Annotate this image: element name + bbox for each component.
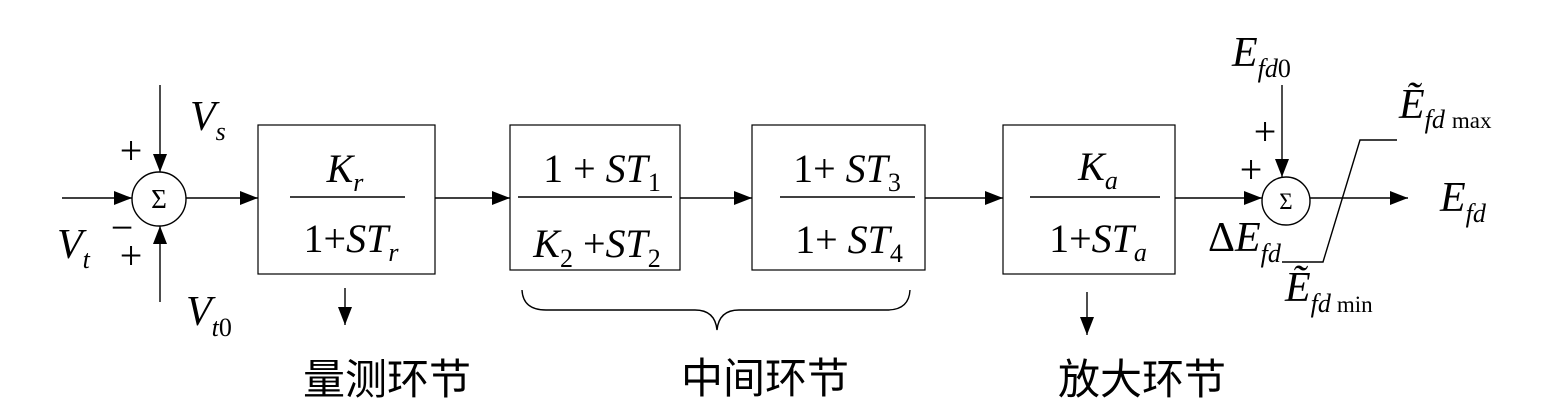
measurement-denominator-subscript: r (388, 238, 399, 267)
lead-lag-2-numerator-subscript: 3 (888, 168, 901, 197)
signal-efd-subscript: fd (1466, 199, 1487, 228)
limit-max-symbol: Ẽ (1398, 82, 1425, 128)
intermediate-stage-label: 中间环节 (681, 357, 849, 403)
amplifier-denominator-symbol: ST (1092, 216, 1137, 261)
lead-lag-2-denominator-symbol: ST (848, 217, 893, 262)
lead-lag-1-numerator-constant: 1 + (543, 146, 606, 191)
junction-2-sign-left: + (1240, 147, 1263, 192)
measurement-numerator-symbol: K (326, 146, 356, 191)
limit-min-subscript: fd (1311, 289, 1332, 318)
lead-lag-1-denominator-subscript: 2 (648, 244, 661, 273)
limit-max-label: Ẽfd max (1398, 82, 1492, 134)
limit-max-subscript: fd (1425, 105, 1446, 134)
lead-lag-1-numerator-subscript: 1 (648, 168, 661, 197)
limit-min-qualifier: min (1337, 292, 1373, 317)
measurement-numerator-subscript: r (353, 168, 364, 197)
signal-vt0-subscript-index: 0 (219, 313, 232, 342)
amplifier-block-denominator: 1+STa (1049, 216, 1147, 267)
signal-delta-efd-prefix: Δ (1208, 215, 1235, 261)
signal-vt-label: Vt (57, 222, 91, 274)
signal-vt-subscript: t (83, 245, 91, 274)
amplifier-numerator-symbol: K (1077, 144, 1107, 189)
signal-efd-label: Efd (1439, 175, 1487, 228)
summing-junction-2-symbol: Σ (1279, 189, 1292, 214)
signal-efd-symbol: E (1439, 175, 1466, 221)
amplifier-denominator-subscript: a (1134, 238, 1147, 267)
signal-delta-efd-subscript: fd (1261, 239, 1282, 268)
lead-lag-2-numerator-constant: 1+ (793, 146, 846, 191)
amplifier-denominator-constant: 1+ (1049, 216, 1092, 261)
signal-efd0-subscript: fd (1258, 54, 1279, 83)
measurement-denominator-constant: 1+ (304, 216, 347, 261)
signal-delta-efd-label: ΔEfd (1208, 215, 1282, 268)
signal-vt0-label: Vt0 (186, 289, 232, 342)
limit-max-qualifier: max (1452, 108, 1492, 133)
summing-junction-1-symbol: Σ (151, 184, 167, 214)
lead-lag-1-denominator-plus: + (573, 221, 606, 266)
lead-lag-2-numerator-symbol: ST (846, 146, 891, 191)
lead-lag-2-denominator-constant: 1+ (795, 217, 848, 262)
junction-1-sign-bottom: + (120, 233, 143, 278)
lead-lag-1-denominator-gain-subscript: 2 (560, 244, 573, 273)
lead-lag-1-numerator-symbol: ST (606, 146, 651, 191)
lead-lag-2-denominator-subscript: 4 (890, 239, 903, 268)
measurement-block-denominator: 1+STr (304, 216, 400, 267)
measurement-stage-label: 量测环节 (303, 358, 471, 404)
lead-lag-block-1-numerator: 1 + ST1 (543, 146, 661, 197)
lead-lag-block-2-denominator: 1+ ST4 (795, 217, 903, 268)
signal-vs-label: Vs (190, 94, 226, 146)
signal-vs-subscript: s (216, 117, 226, 146)
lead-lag-1-denominator-gain-symbol: K (532, 221, 562, 266)
junction-1-sign-top: + (120, 128, 143, 173)
measurement-denominator-symbol: ST (346, 216, 391, 261)
amplifier-stage-label: 放大环节 (1058, 358, 1226, 404)
lead-lag-block-2-numerator: 1+ ST3 (793, 146, 901, 197)
signal-delta-efd-symbol: E (1234, 215, 1261, 261)
signal-efd0-label: Efd0 (1231, 30, 1291, 83)
lead-lag-1-denominator-symbol: ST (606, 221, 651, 266)
block-diagram: Σ + − + Vs Vt Vt0 Kr 1+STr 量测环节 1 + ST1 … (57, 30, 1492, 404)
limit-min-symbol: Ẽ (1284, 265, 1311, 311)
signal-efd0-symbol: E (1231, 30, 1258, 76)
signal-efd0-subscript-index: 0 (1278, 54, 1291, 83)
limit-min-label: Ẽfd min (1284, 265, 1373, 318)
amplifier-numerator-subscript: a (1105, 166, 1118, 195)
lead-lag-block-1-denominator: K2 +ST2 (532, 221, 661, 273)
intermediate-stage-brace (521, 289, 911, 331)
